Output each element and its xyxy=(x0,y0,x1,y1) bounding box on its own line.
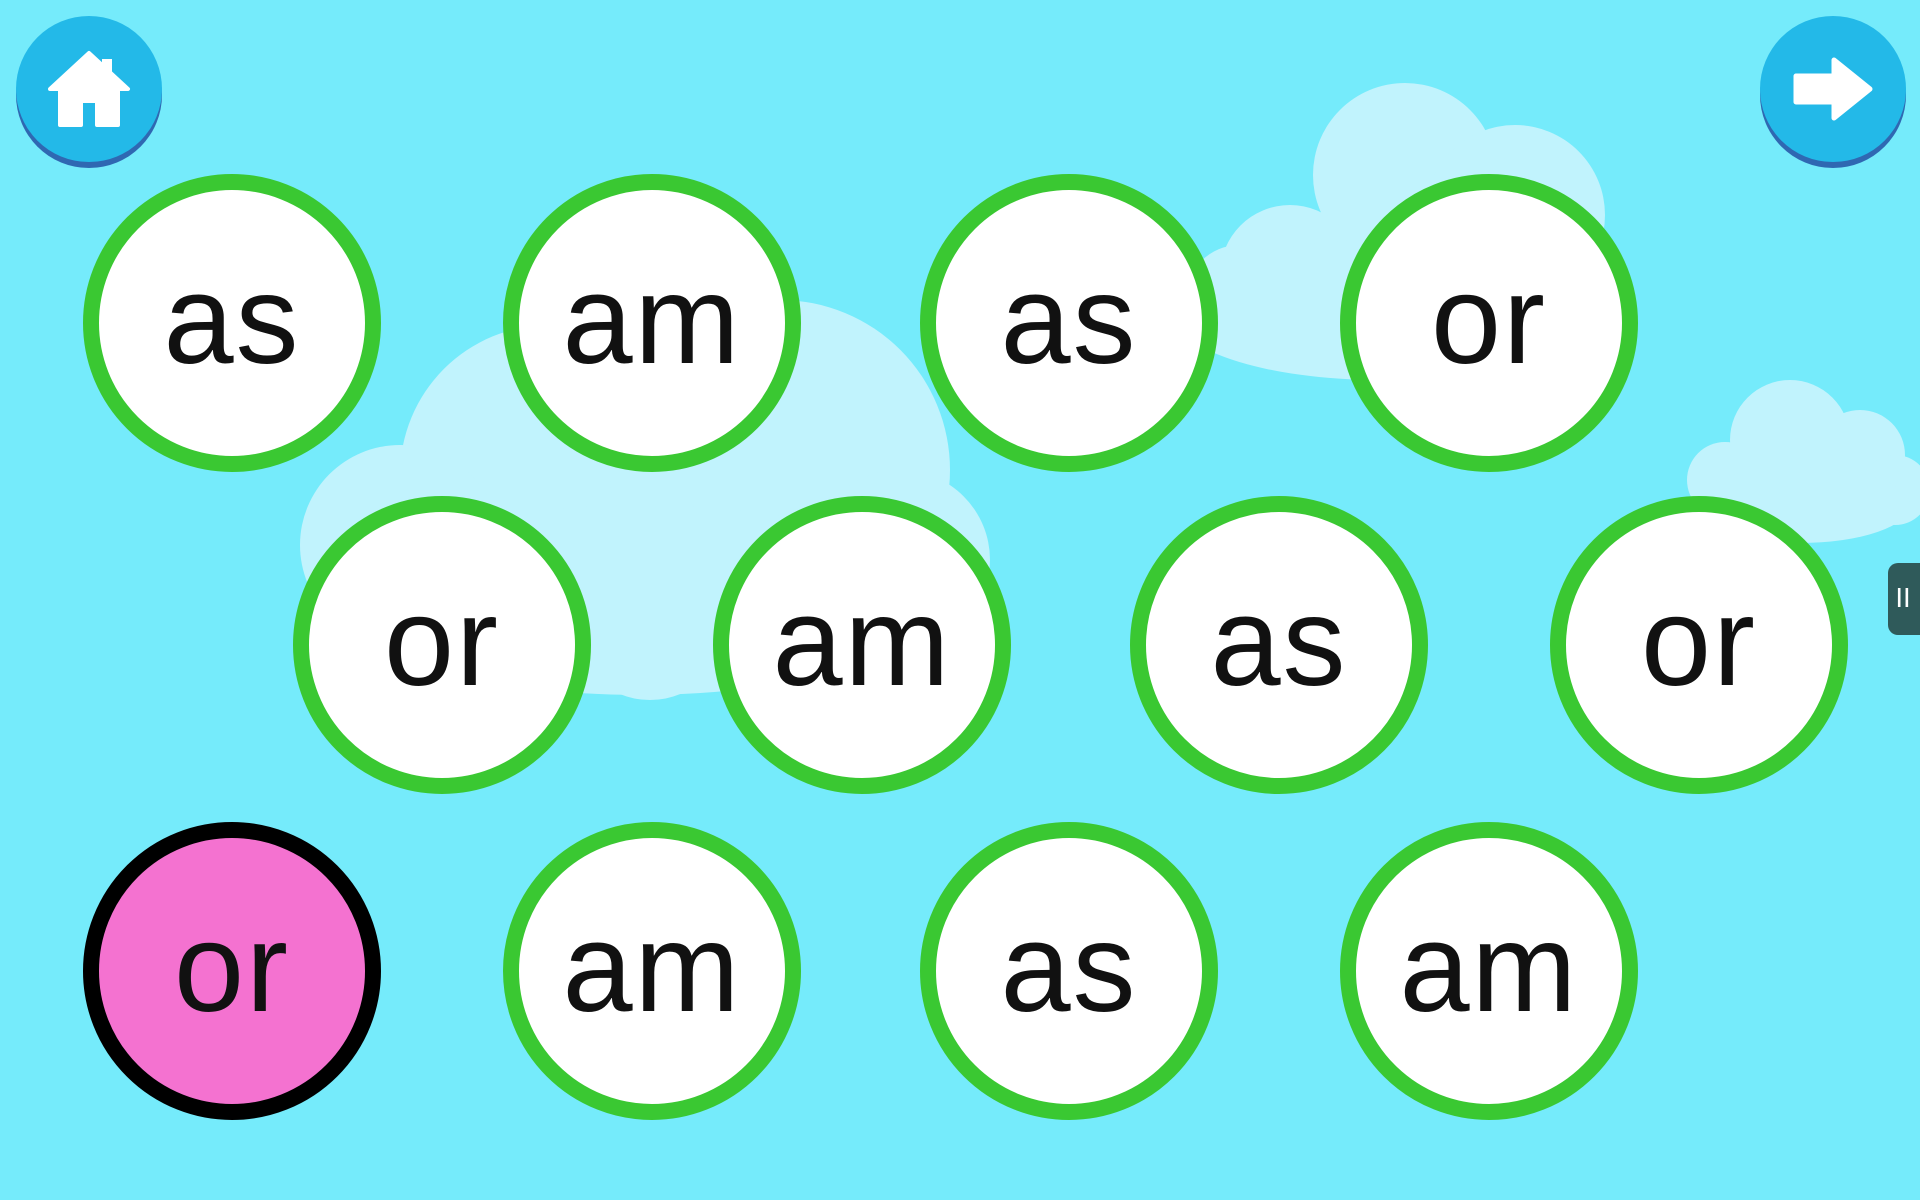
side-drawer-handle[interactable]: II xyxy=(1888,563,1920,635)
word-bubble[interactable]: as xyxy=(1130,496,1428,794)
word-label: am xyxy=(562,897,742,1038)
word-bubble[interactable]: as xyxy=(83,174,381,472)
arrow-right-icon xyxy=(1793,57,1873,121)
word-label: as xyxy=(1210,571,1348,712)
word-bubble[interactable]: or xyxy=(293,496,591,794)
word-label: or xyxy=(383,571,501,712)
home-button[interactable] xyxy=(16,16,162,162)
word-bubble[interactable]: am xyxy=(1340,822,1638,1120)
word-bubble[interactable]: am xyxy=(503,822,801,1120)
word-label: as xyxy=(1000,897,1138,1038)
word-bubble-selected[interactable]: or xyxy=(83,822,381,1120)
word-label: as xyxy=(1000,249,1138,390)
word-bubble[interactable]: am xyxy=(503,174,801,472)
word-label: am xyxy=(772,571,952,712)
word-bubble[interactable]: as xyxy=(920,822,1218,1120)
word-bubble[interactable]: or xyxy=(1550,496,1848,794)
word-bubble[interactable]: or xyxy=(1340,174,1638,472)
pause-grip-icon: II xyxy=(1895,584,1911,614)
word-label: or xyxy=(1640,571,1758,712)
word-label: or xyxy=(173,897,291,1038)
word-label: am xyxy=(562,249,742,390)
word-label: or xyxy=(1430,249,1548,390)
word-label: as xyxy=(163,249,301,390)
next-button[interactable] xyxy=(1760,16,1906,162)
word-label: am xyxy=(1399,897,1579,1038)
word-bubble[interactable]: as xyxy=(920,174,1218,472)
home-icon xyxy=(48,51,130,127)
game-scene: as am as or or am as or or am as am II xyxy=(0,0,1920,1200)
word-bubble[interactable]: am xyxy=(713,496,1011,794)
